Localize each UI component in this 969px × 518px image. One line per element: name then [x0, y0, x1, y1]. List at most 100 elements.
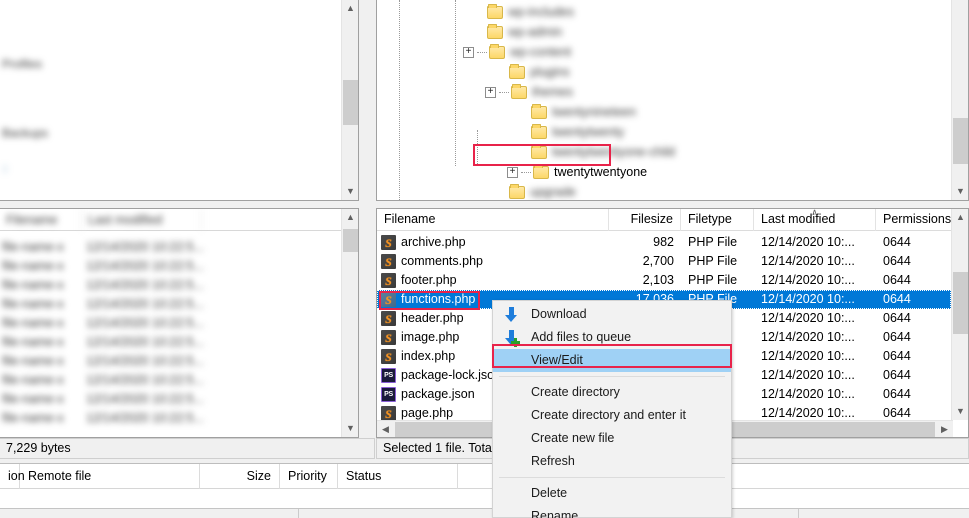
local-column-filename[interactable]: Filename [0, 209, 82, 231]
queue-column-priority[interactable]: Priority [280, 464, 338, 489]
menu-item-label: Create directory and enter it [531, 408, 686, 422]
local-file-list-panel[interactable]: Filename Last modified file-name-x 12/14/… [0, 208, 359, 438]
filename-label: page.php [401, 406, 454, 420]
menu-item-refresh[interactable]: Refresh [493, 450, 731, 473]
local-file-row[interactable]: file-name-x 12/14/2020 10:22:5... [0, 390, 341, 409]
menu-item-view-edit[interactable]: View/Edit [493, 349, 731, 372]
queue-column-size[interactable]: Size [200, 464, 280, 489]
chevron-down-icon[interactable]: ▼ [952, 183, 968, 200]
php-file-icon [381, 349, 396, 364]
scroll-up-icon[interactable]: ▲ [342, 0, 358, 17]
json-file-icon [381, 368, 396, 383]
local-cell-filename: file-name-x [2, 354, 64, 368]
filename-label: image.php [401, 330, 460, 344]
remote-file-list-header: Filename Filesize Filetype Last modified ∧ Pe… [377, 209, 951, 231]
tree-item[interactable]: + twentytwentyone [507, 162, 647, 182]
column-header-permissions[interactable]: Permissions [876, 209, 951, 231]
menu-item-download[interactable]: Download [493, 303, 731, 326]
scrollbar-thumb[interactable] [343, 80, 358, 125]
local-cell-filename: file-name-x [2, 373, 64, 387]
local-site-tree-panel[interactable]: Profiles Backups :: ▲ ▼ [0, 0, 359, 201]
local-tree-content[interactable]: Profiles Backups :: [0, 0, 341, 200]
menu-item-create-directory-and-enter-it[interactable]: Create directory and enter it [493, 404, 731, 427]
file-row[interactable]: comments.php 2,700 PHP File 12/14/2020 10:.… [377, 252, 951, 271]
queue-column-status[interactable]: Status [338, 464, 458, 489]
local-file-row[interactable]: file-name-x 12/14/2020 10:22:5... [0, 333, 341, 352]
tree-expander-icon[interactable]: + [485, 86, 496, 98]
folder-icon [487, 3, 503, 19]
local-file-row[interactable]: file-name-x 12/14/2020 10:22:5... [0, 238, 341, 257]
local-file-row[interactable]: file-name-x 12/14/2020 10:22:5... [0, 371, 341, 390]
tree-item-label: wp-content [510, 45, 572, 59]
column-header-label: Filetype [688, 212, 732, 226]
local-file-row[interactable]: file-name-x 12/14/2020 10:22:5... [0, 409, 341, 428]
cell-last_modified: 12/14/2020 10:... [761, 254, 855, 268]
tree-connector-line [521, 171, 531, 173]
filename-label: index.php [401, 349, 456, 363]
cell-permissions: 0644 [883, 311, 911, 325]
local-cell-filename: file-name-x [2, 335, 64, 349]
column-header-filesize[interactable]: Filesize [609, 209, 681, 231]
local-tree-vertical-scrollbar[interactable]: ▲ ▼ [341, 0, 358, 200]
column-header-filename[interactable]: Filename [377, 209, 609, 231]
cell-filesize: 2,103 [642, 273, 674, 287]
menu-item-rename[interactable]: Rename [493, 505, 731, 518]
remote-site-tree-panel[interactable]: wp-includes wp-admin + wp-content plugins + th… [376, 0, 969, 201]
local-file-row[interactable]: file-name-x 12/14/2020 10:22:5... [0, 352, 341, 371]
cell-filename: footer.php [377, 271, 609, 290]
scroll-up-icon[interactable]: ▲ [342, 209, 358, 226]
file-context-menu[interactable]: Download Add files to queue View/Edit Creat… [492, 300, 732, 518]
tree-expander-icon[interactable]: + [463, 46, 474, 58]
tree-item-label: wp-admin [508, 25, 563, 39]
tree-item[interactable]: twentytwenty [507, 122, 624, 142]
scrollbar-thumb[interactable] [953, 272, 968, 334]
local-file-row[interactable]: file-name-x 12/14/2020 10:22:5... [0, 257, 341, 276]
queue-column-remote_file[interactable]: Remote file [20, 464, 200, 489]
tree-item[interactable]: + wp-content [463, 42, 571, 62]
local-file-row[interactable]: file-name-x 12/14/2020 10:22:5... [0, 276, 341, 295]
file-row[interactable]: footer.php 2,103 PHP File 12/14/2020 10:...… [377, 271, 951, 290]
menu-item-create-new-file[interactable]: Create new file [493, 427, 731, 450]
local-file-row[interactable]: file-name-x 12/14/2020 10:22:5... [0, 295, 341, 314]
chevron-down-icon[interactable]: ▼ [342, 420, 358, 437]
remote-tree-vertical-scrollbar[interactable]: ▼ [951, 0, 968, 200]
tree-item[interactable]: upgrade [485, 182, 576, 200]
tree-item[interactable]: + themes [485, 82, 573, 102]
tree-item[interactable]: twentytwentyone-child [507, 142, 675, 162]
menu-item-add-files-to-queue[interactable]: Add files to queue [493, 326, 731, 349]
column-header-last_modified[interactable]: Last modified ∧ [754, 209, 876, 231]
cell-permissions: 0644 [883, 273, 911, 287]
queue-column-direction[interactable]: ion [0, 464, 25, 489]
local-column-last-modified[interactable]: Last modified [82, 209, 202, 231]
scrollbar-thumb[interactable] [953, 118, 968, 164]
tree-item[interactable]: wp-includes [463, 2, 574, 22]
tree-item[interactable]: plugins [485, 62, 570, 82]
file-row[interactable]: archive.php 982 PHP File 12/14/2020 10:... 0… [377, 233, 951, 252]
menu-item-create-directory[interactable]: Create directory [493, 381, 731, 404]
filename-label: footer.php [401, 273, 457, 287]
tree-item-label: wp-includes [508, 5, 575, 19]
local-file-list-content[interactable]: Filename Last modified file-name-x 12/14/… [0, 209, 341, 437]
chevron-down-icon[interactable]: ▼ [952, 403, 968, 420]
remote-tree-content[interactable]: wp-includes wp-admin + wp-content plugins + th… [377, 0, 951, 200]
scrollbar-thumb[interactable] [343, 229, 358, 252]
menu-item-label: Create new file [531, 431, 615, 445]
php-file-icon [381, 311, 396, 326]
cell-filename: archive.php [377, 233, 609, 252]
php-file-icon [381, 254, 396, 269]
tree-item[interactable]: twentynineteen [507, 102, 636, 122]
tree-expander-icon[interactable]: + [507, 166, 518, 178]
menu-item-label: View/Edit [531, 353, 583, 367]
remote-file-list-vertical-scrollbar[interactable]: ▲ ▼ [951, 209, 968, 420]
tree-item[interactable]: wp-admin [463, 22, 562, 42]
chevron-right-icon[interactable]: ▶ [936, 421, 953, 437]
chevron-down-icon[interactable]: ▼ [342, 183, 358, 200]
local-file-row[interactable]: file-name-x 12/14/2020 10:22:5... [0, 314, 341, 333]
local-file-list-vertical-scrollbar[interactable]: ▲ ▼ [341, 209, 358, 437]
folder-icon [509, 63, 525, 79]
scroll-up-icon[interactable]: ▲ [952, 209, 968, 226]
column-header-filetype[interactable]: Filetype [681, 209, 754, 231]
sort-ascending-icon: ∧ [811, 209, 818, 217]
chevron-left-icon[interactable]: ◀ [377, 421, 394, 437]
menu-item-delete[interactable]: Delete [493, 482, 731, 505]
